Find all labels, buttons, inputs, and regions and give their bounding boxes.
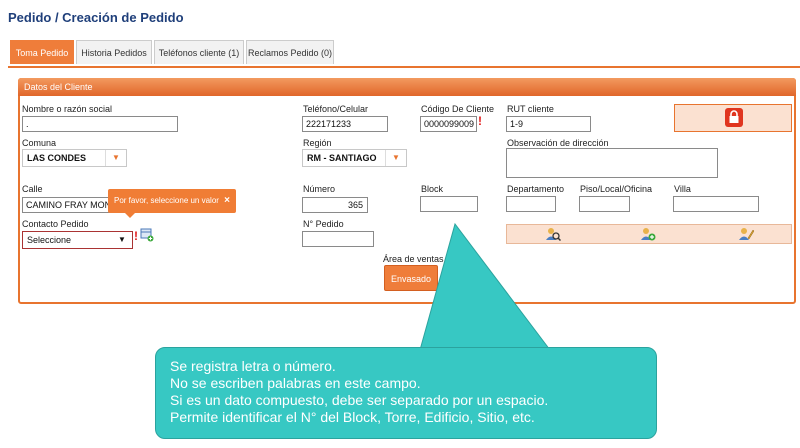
callout-line: No se escriben palabras en este campo. [170, 375, 421, 391]
help-callout: Se registra letra o número. No se escrib… [155, 347, 657, 439]
callout-line: Se registra letra o número. [170, 358, 336, 374]
callout-line: Permite identificar el N° del Block, Tor… [170, 409, 535, 425]
callout-line: Si es un dato compuesto, debe ser separa… [170, 392, 549, 408]
